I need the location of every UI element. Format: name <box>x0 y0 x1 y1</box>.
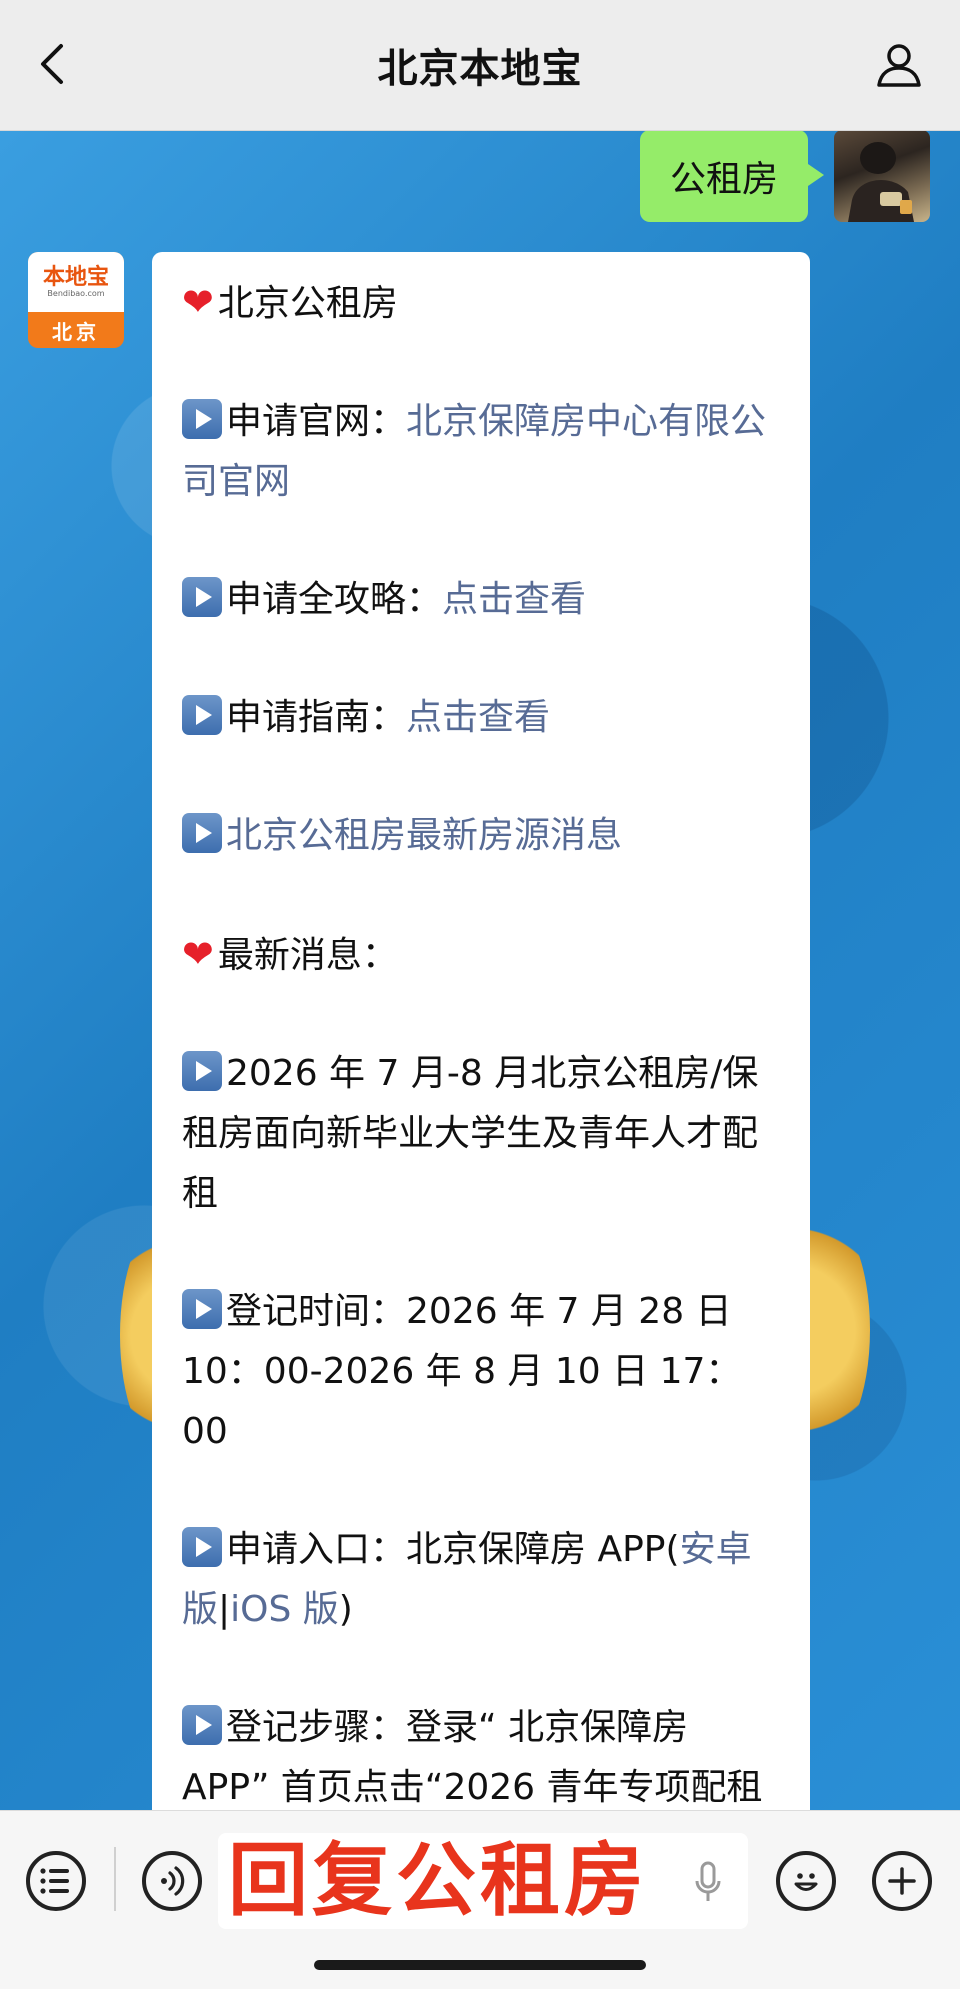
entry-line: 申请入口：北京保障房 APP(安卓版|iOS 版) <box>182 1520 780 1640</box>
play-triangle-icon <box>182 1051 222 1091</box>
play-triangle-icon <box>182 695 222 735</box>
latest-listings-line: 北京公租房最新房源消息 <box>182 806 780 866</box>
logo-city: 北京 <box>52 319 100 344</box>
sent-message-bubble[interactable]: 公租房 <box>639 130 825 222</box>
plus-icon <box>888 1867 916 1895</box>
logo-name: 本地宝 <box>42 264 109 290</box>
profile-button[interactable] <box>874 40 924 90</box>
emoji-button[interactable] <box>776 1851 836 1911</box>
entry-close: ) <box>338 1589 353 1630</box>
full-guide-line: 申请全攻略：点击查看 <box>182 570 780 630</box>
top-navigation-bar: 北京本地宝 <box>0 0 960 131</box>
entry-separator: | <box>218 1589 231 1630</box>
back-button[interactable] <box>30 42 74 86</box>
entry-label: 申请入口： <box>226 1529 407 1570</box>
menu-list-icon <box>40 1868 69 1894</box>
heart-icon: ❤ <box>182 280 214 324</box>
heart-icon: ❤ <box>182 932 214 976</box>
guide-link[interactable]: 点击查看 <box>406 697 550 738</box>
entry-ios-link[interactable]: iOS 版 <box>230 1589 339 1630</box>
play-triangle-icon <box>182 577 222 617</box>
bendibao-logo: 本地宝 Bendibao.com <box>28 252 124 312</box>
play-triangle-icon <box>182 399 222 439</box>
received-message-bubble[interactable]: ❤ 北京公租房 申请官网：北京保障房中心有限公司官网 申请全攻略：点击查看 申请指… <box>152 252 810 1852</box>
guide-line: 申请指南：点击查看 <box>182 688 780 748</box>
back-icon <box>41 44 63 84</box>
latest-news-title: 最新消息： <box>217 935 398 976</box>
message-title-line: ❤ 北京公租房 <box>182 272 780 334</box>
emoji-icon <box>794 1873 818 1891</box>
message-input[interactable]: 回复公租房 <box>218 1833 748 1929</box>
news-item-line: 2026 年 7 月-8 月北京公租房/保租房面向新毕业大学生及青年人才配租 <box>182 1044 780 1224</box>
full-guide-link[interactable]: 点击查看 <box>442 579 586 620</box>
profile-icon <box>877 44 921 87</box>
more-button[interactable] <box>872 1851 932 1911</box>
chat-title: 北京本地宝 <box>377 46 583 92</box>
latest-news-title-line: ❤ 最新消息： <box>182 924 780 986</box>
microphone-icon[interactable] <box>694 1861 722 1903</box>
voice-button[interactable] <box>142 1851 202 1911</box>
play-triangle-icon <box>182 1289 222 1329</box>
bot-avatar[interactable]: 本地宝 Bendibao.com 北京 <box>28 252 124 348</box>
latest-listings-link[interactable]: 北京公租房最新房源消息 <box>226 815 622 856</box>
register-time-label: 登记时间： <box>226 1291 407 1332</box>
user-avatar[interactable] <box>834 130 930 222</box>
sent-message-text: 公租房 <box>669 159 778 200</box>
menu-button[interactable] <box>26 1851 86 1911</box>
bar-divider <box>114 1847 116 1911</box>
full-guide-label: 申请全攻略： <box>226 579 443 620</box>
voice-icon <box>161 1866 185 1896</box>
official-site-label: 申请官网： <box>226 401 407 442</box>
message-title: 北京公租房 <box>217 283 398 324</box>
register-time-line: 登记时间：2026 年 7 月 28 日 10：00-2026 年 8 月 10… <box>182 1282 780 1462</box>
play-triangle-icon <box>182 813 222 853</box>
reply-overlay-text: 回复公租房 <box>228 1834 648 1927</box>
play-triangle-icon <box>182 1527 222 1567</box>
news-item-text: 2026 年 7 月-8 月北京公租房/保租房面向新毕业大学生及青年人才配租 <box>182 1053 759 1214</box>
play-triangle-icon <box>182 1705 222 1745</box>
user-photo <box>848 142 914 222</box>
entry-value: 北京保障房 APP( <box>406 1529 680 1570</box>
logo-site: Bendibao.com <box>47 289 105 298</box>
steps-label: 登记步骤： <box>226 1707 407 1748</box>
home-indicator[interactable] <box>314 1960 646 1970</box>
guide-label: 申请指南： <box>226 697 407 738</box>
official-site-line: 申请官网：北京保障房中心有限公司官网 <box>182 392 780 512</box>
